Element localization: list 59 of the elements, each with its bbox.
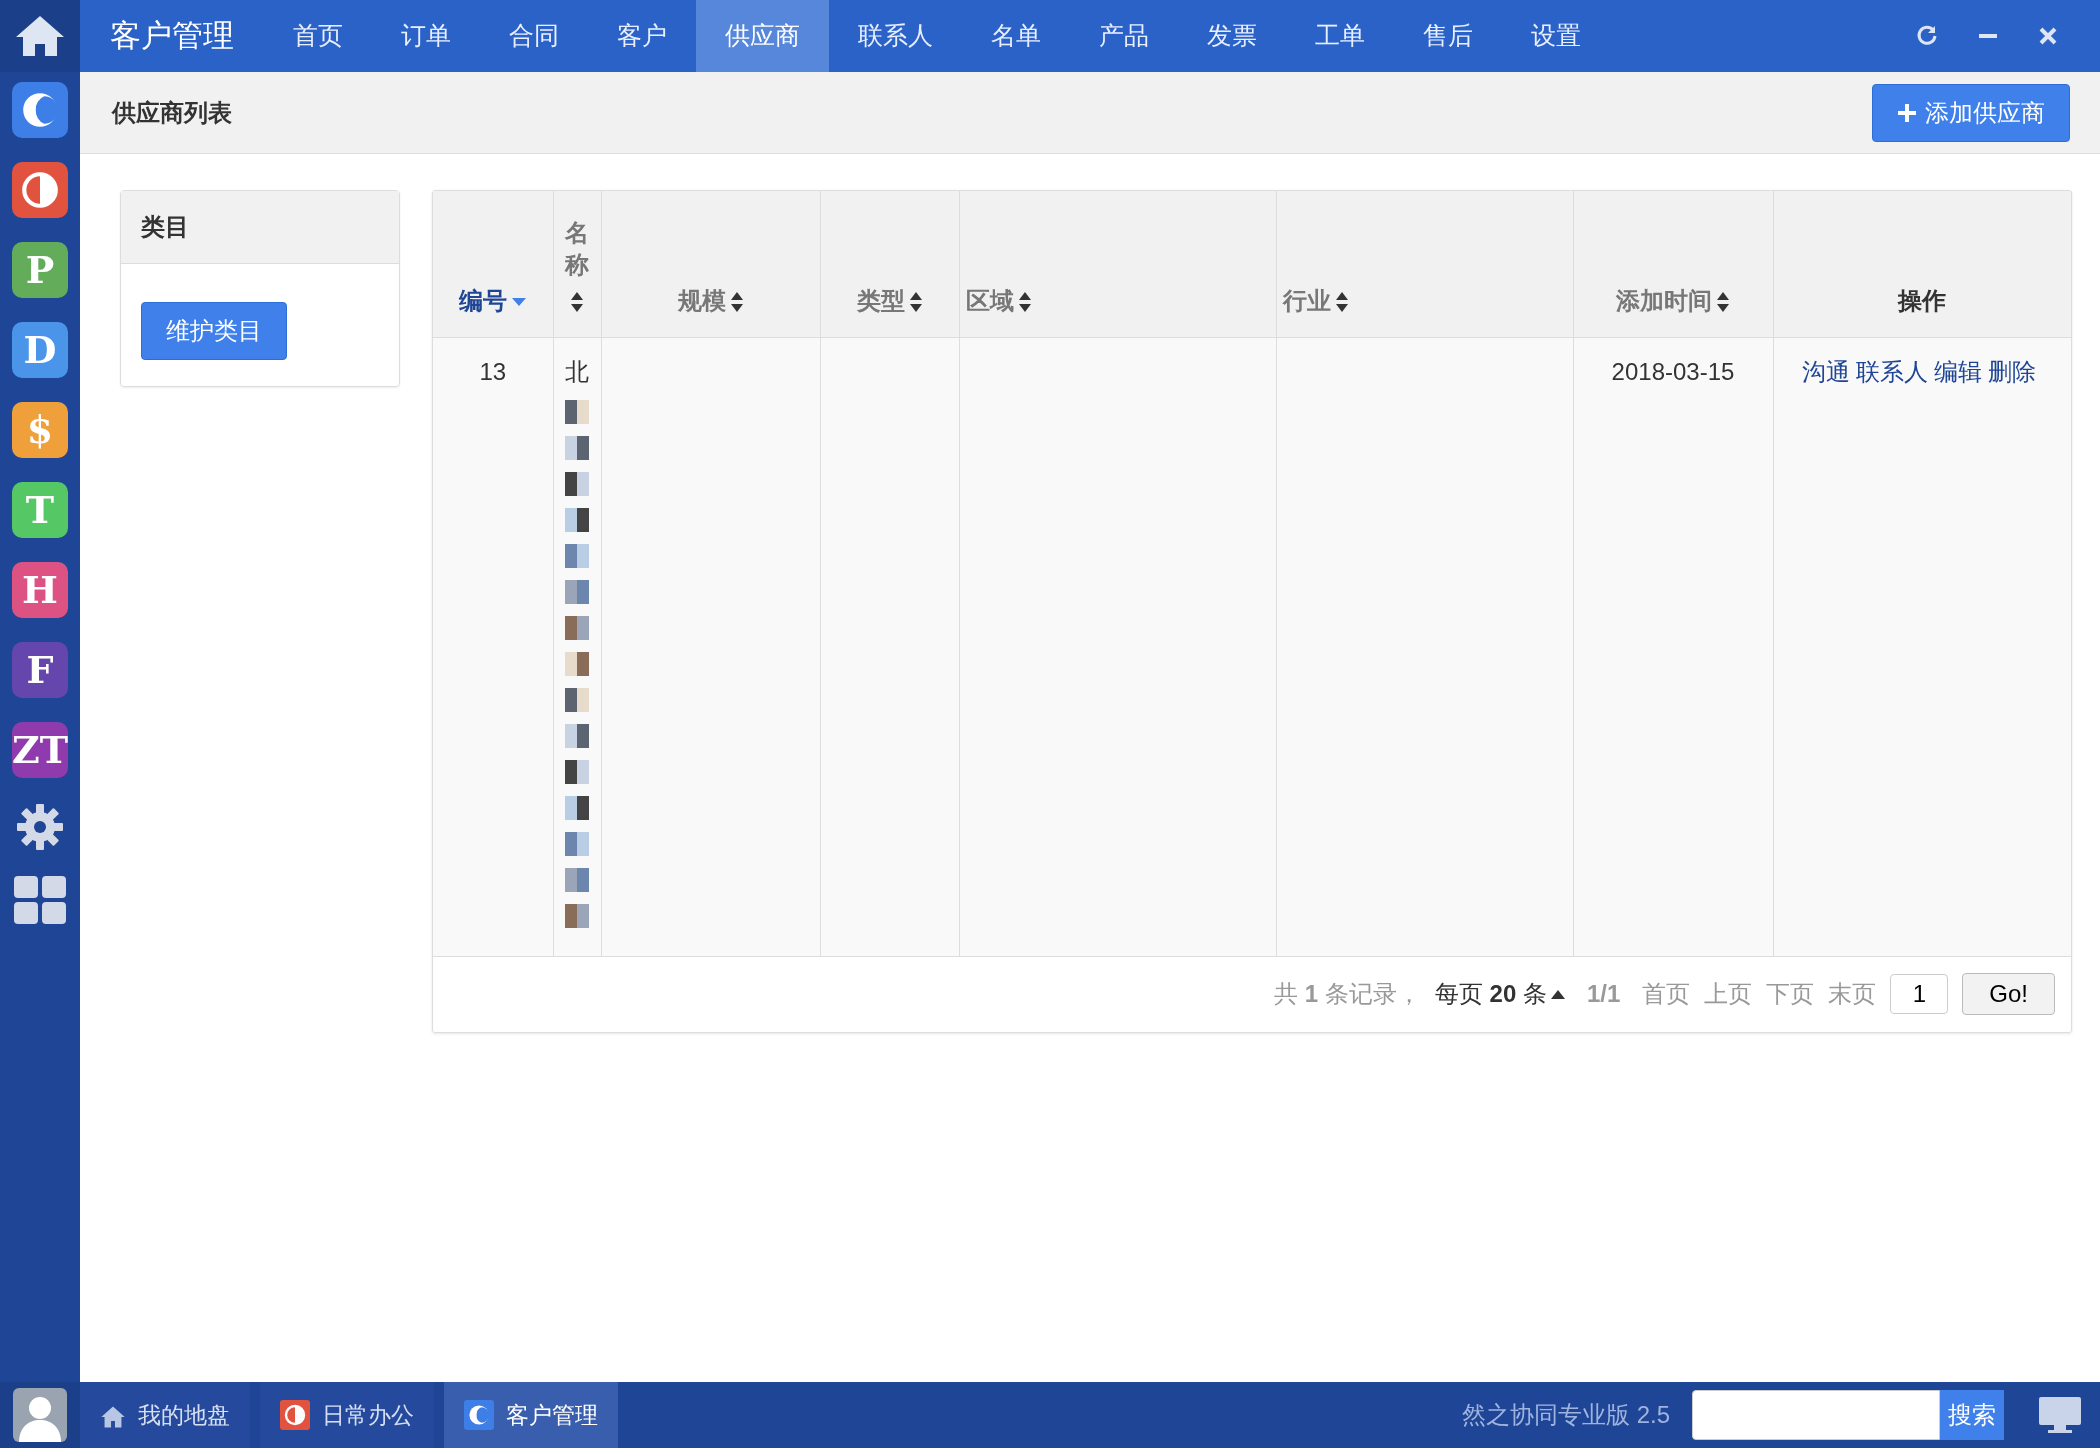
caret-icon: [1550, 989, 1565, 999]
go-button[interactable]: Go!: [1962, 973, 2055, 1015]
nav-tab[interactable]: 客户: [588, 0, 696, 72]
action-link[interactable]: 联系人: [1856, 357, 1928, 385]
column-header[interactable]: 类型: [820, 191, 959, 337]
nav-tab[interactable]: 工单: [1286, 0, 1394, 72]
nav-tab[interactable]: 首页: [264, 0, 372, 72]
home-icon[interactable]: [15, 14, 65, 58]
avatar-icon[interactable]: [13, 1388, 67, 1442]
pager-link[interactable]: 首页: [1642, 976, 1691, 1012]
nav-tab[interactable]: 供应商: [696, 0, 829, 72]
column-header[interactable]: 行业: [1276, 191, 1573, 337]
column-header[interactable]: 规模: [601, 191, 820, 337]
nav-tab[interactable]: 合同: [480, 0, 588, 72]
grid-icon[interactable]: [14, 876, 66, 924]
add-supplier-button[interactable]: 添加供应商: [1872, 83, 2070, 142]
action-link[interactable]: 删除: [1988, 357, 2036, 385]
pager-link[interactable]: 下页: [1766, 976, 1815, 1012]
settings-icon[interactable]: [15, 802, 65, 852]
plus-icon: [1897, 102, 1917, 123]
table-cell: 2018-03-15: [1573, 337, 1773, 956]
nav-tab[interactable]: 设置: [1502, 0, 1610, 72]
panel-title: 类目: [121, 191, 399, 264]
action-link[interactable]: 编辑: [1934, 357, 1982, 385]
nav-tab[interactable]: 订单: [372, 0, 480, 72]
version-text: 然之协同专业版 2.5: [1461, 1400, 1670, 1430]
column-header[interactable]: 添加时间: [1573, 191, 1773, 337]
app-icon[interactable]: F: [12, 642, 68, 698]
page-count: 1/1: [1586, 979, 1621, 1009]
nav-tab[interactable]: 名单: [962, 0, 1070, 72]
column-header[interactable]: 区域: [959, 191, 1276, 337]
taskbar-item[interactable]: 客户管理: [444, 1382, 618, 1448]
crescent-icon[interactable]: [12, 82, 68, 138]
taskbar-item[interactable]: 日常办公: [260, 1382, 434, 1448]
search-field[interactable]: [1692, 1390, 1940, 1440]
maintain-category-button[interactable]: 维护类目: [141, 302, 287, 360]
nav-tab[interactable]: 产品: [1070, 0, 1178, 72]
app-title: 客户管理: [109, 16, 235, 55]
search-button[interactable]: 搜索: [1940, 1390, 2004, 1440]
app-icon[interactable]: ZT: [12, 722, 68, 778]
app-icon[interactable]: D: [12, 322, 68, 378]
column-header[interactable]: 名称: [553, 191, 601, 337]
table-cell: 13: [433, 337, 553, 956]
pager-link[interactable]: 末页: [1828, 976, 1877, 1012]
column-header[interactable]: 编号: [433, 191, 553, 337]
page-title: 供应商列表: [112, 97, 232, 128]
taskbar-item[interactable]: 我的地盘: [80, 1382, 250, 1448]
per-page-dropdown[interactable]: 每页 20 条: [1434, 976, 1565, 1012]
column-header: 操作: [1773, 191, 2071, 337]
record-count: 共 1 条记录，: [1274, 979, 1421, 1009]
app-icon[interactable]: H: [12, 562, 68, 618]
app-icon[interactable]: P: [12, 242, 68, 298]
pager-link[interactable]: 上页: [1704, 976, 1753, 1012]
nav-tab[interactable]: 发票: [1178, 0, 1286, 72]
page-input[interactable]: 1: [1890, 974, 1949, 1014]
action-link[interactable]: 沟通: [1802, 357, 1850, 385]
nav-tab[interactable]: 联系人: [829, 0, 962, 72]
nav-tab[interactable]: 售后: [1394, 0, 1502, 72]
supplier-name: 北: [565, 356, 589, 387]
